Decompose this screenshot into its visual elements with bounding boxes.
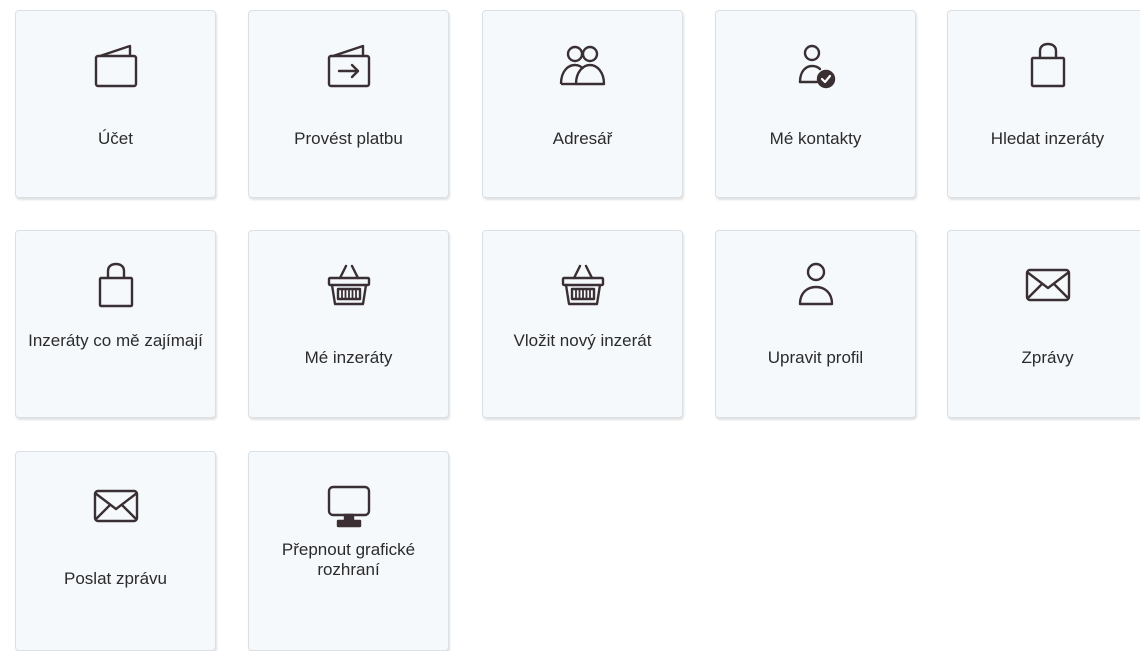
tile-label: Přepnout grafické rozhraní [281, 540, 416, 579]
tile-label: Poslat zprávu [64, 569, 167, 588]
wallet-icon [88, 38, 144, 94]
tile-send-message[interactable]: Poslat zprávu [15, 451, 216, 651]
users-icon [555, 38, 611, 94]
contact-check-icon [788, 38, 844, 94]
tile-label: Inzeráty co mě zajímají [28, 331, 203, 350]
payment-icon [321, 38, 377, 94]
tile-my-ads[interactable]: Mé inzeráty [248, 230, 449, 418]
tile-insert-new-ad[interactable]: Vložit nový inzerát [482, 230, 683, 418]
tile-label: Provést platbu [294, 129, 403, 148]
tile-address-book[interactable]: Adresář [482, 10, 683, 198]
tile-interesting-ads[interactable]: Inzeráty co mě zajímají [15, 230, 216, 418]
basket-icon [321, 258, 377, 314]
monitor-icon [321, 479, 377, 535]
tile-my-contacts[interactable]: Mé kontakty [715, 10, 916, 198]
tile-label: Účet [98, 129, 133, 148]
tile-switch-interface[interactable]: Přepnout grafické rozhraní [248, 451, 449, 651]
tile-label: Vložit nový inzerát [513, 331, 652, 350]
tile-search-ads[interactable]: Hledat inzeráty [947, 10, 1140, 198]
tile-label: Mé kontakty [769, 129, 862, 148]
envelope-icon [1020, 258, 1076, 314]
tile-make-payment[interactable]: Provést platbu [248, 10, 449, 198]
tile-label: Mé inzeráty [304, 348, 393, 367]
tile-edit-profile[interactable]: Upravit profil [715, 230, 916, 418]
shopping-bag-icon [88, 258, 144, 314]
envelope-icon [88, 479, 144, 535]
tile-messages[interactable]: Zprávy [947, 230, 1140, 418]
tile-label: Zprávy [1021, 348, 1074, 367]
user-icon [788, 258, 844, 314]
tile-label: Upravit profil [767, 348, 864, 367]
tile-label: Hledat inzeráty [990, 129, 1105, 148]
tile-account[interactable]: Účet [15, 10, 216, 198]
shopping-bag-icon [1020, 38, 1076, 94]
basket-icon [555, 258, 611, 314]
tile-label: Adresář [552, 129, 613, 148]
